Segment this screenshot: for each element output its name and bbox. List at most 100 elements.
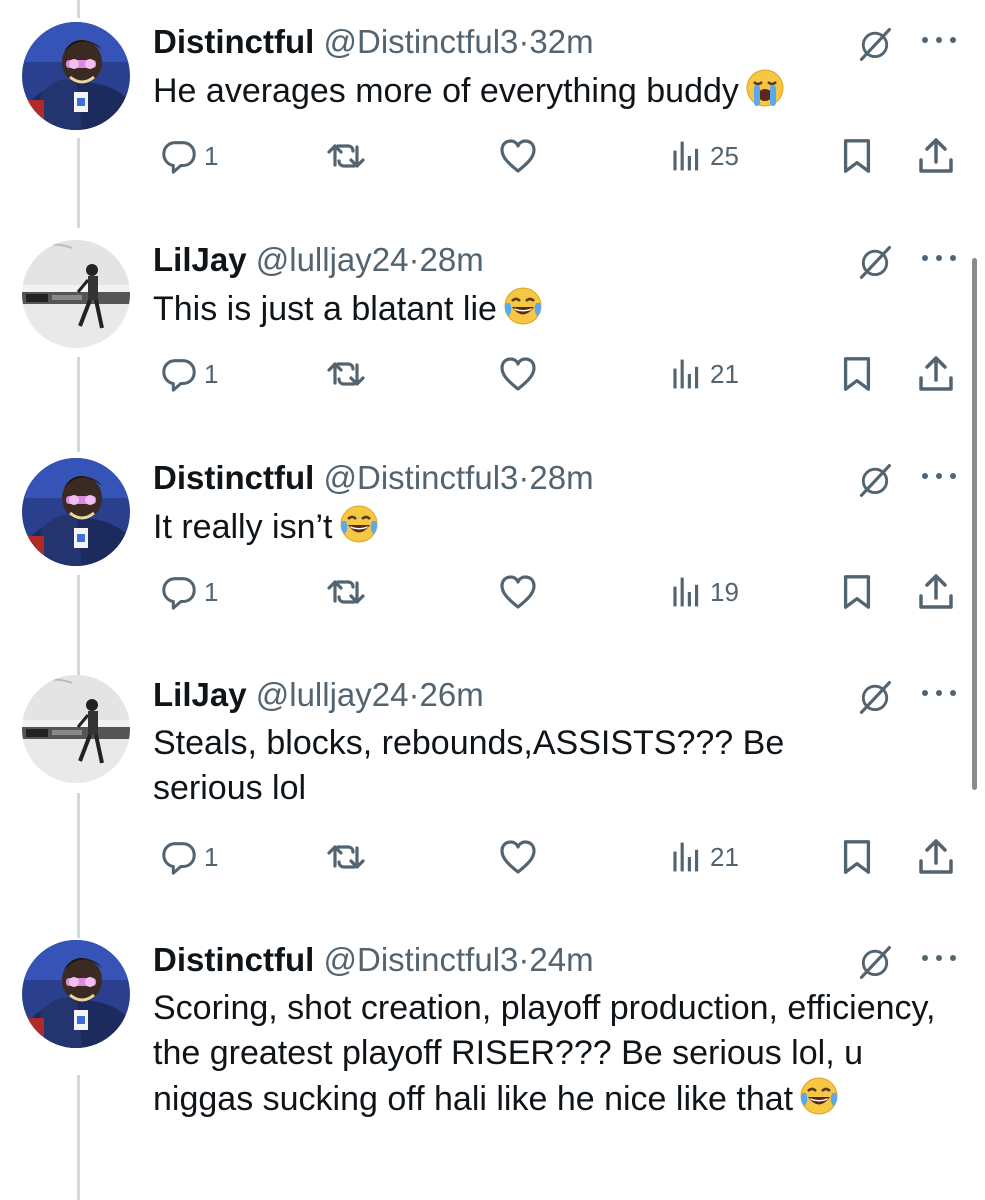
views-button[interactable]: 25 bbox=[668, 134, 739, 178]
thread-line bbox=[77, 0, 80, 18]
retweet-button[interactable] bbox=[326, 570, 366, 614]
action-bar: 1 21 bbox=[0, 835, 985, 879]
retweet-button[interactable] bbox=[326, 134, 366, 178]
tweet-header: Distinctful @Distinctful3·32m bbox=[153, 22, 594, 62]
bookmark-icon bbox=[838, 137, 876, 175]
grok-icon[interactable] bbox=[857, 462, 893, 498]
tweet-text: He averages more of everything buddy bbox=[153, 72, 739, 110]
more-options-icon[interactable] bbox=[920, 248, 958, 268]
more-options-icon[interactable] bbox=[920, 948, 958, 968]
heart-icon bbox=[498, 837, 538, 877]
tweet-text-container: Steals, blocks, rebounds,ASSISTS??? Be s… bbox=[153, 721, 853, 811]
user-handle[interactable]: @Distinctful3 bbox=[324, 459, 519, 496]
separator: · bbox=[518, 459, 530, 496]
share-button[interactable] bbox=[916, 352, 956, 396]
tweet-text-container: He averages more of everything buddy bbox=[153, 68, 913, 114]
retweet-icon bbox=[326, 354, 366, 394]
avatar[interactable] bbox=[22, 675, 130, 783]
heart-icon bbox=[498, 136, 538, 176]
loudly-crying-face-emoji bbox=[745, 68, 785, 108]
face-with-tears-of-joy-emoji bbox=[503, 286, 543, 326]
bookmark-button[interactable] bbox=[838, 835, 876, 879]
views-icon bbox=[668, 356, 704, 392]
tweet-text: This is just a blatant lie bbox=[153, 290, 497, 328]
share-icon bbox=[916, 572, 956, 612]
view-count: 21 bbox=[710, 841, 739, 872]
bookmark-button[interactable] bbox=[838, 134, 876, 178]
user-handle[interactable]: @Distinctful3 bbox=[324, 941, 519, 978]
reply-button[interactable]: 1 bbox=[160, 570, 218, 614]
more-options-icon[interactable] bbox=[920, 683, 958, 703]
display-name[interactable]: Distinctful bbox=[153, 459, 314, 496]
display-name[interactable]: Distinctful bbox=[153, 23, 314, 60]
separator: · bbox=[408, 676, 420, 713]
tweet-header: LilJay @lulljay24·28m bbox=[153, 240, 484, 280]
timestamp[interactable]: 32m bbox=[529, 23, 593, 60]
share-button[interactable] bbox=[916, 134, 956, 178]
share-button[interactable] bbox=[916, 835, 956, 879]
tweet-text: Steals, blocks, rebounds,ASSISTS??? Be s… bbox=[153, 724, 785, 807]
view-count: 21 bbox=[710, 358, 739, 389]
reply-count: 1 bbox=[204, 358, 219, 389]
face-with-tears-of-joy-emoji bbox=[799, 1076, 839, 1116]
views-icon bbox=[668, 138, 704, 174]
retweet-button[interactable] bbox=[326, 835, 366, 879]
display-name[interactable]: LilJay bbox=[153, 676, 247, 713]
timestamp[interactable]: 24m bbox=[529, 941, 593, 978]
view-count: 25 bbox=[710, 140, 739, 171]
reply-button[interactable]: 1 bbox=[160, 352, 218, 396]
user-handle[interactable]: @lulljay24 bbox=[256, 241, 409, 278]
reply-count: 1 bbox=[204, 140, 219, 171]
views-icon bbox=[668, 574, 704, 610]
user-handle[interactable]: @lulljay24 bbox=[256, 676, 409, 713]
avatar[interactable] bbox=[22, 240, 130, 348]
scrollbar[interactable] bbox=[972, 258, 977, 790]
tweet-header: Distinctful @Distinctful3·28m bbox=[153, 458, 594, 498]
views-button[interactable]: 21 bbox=[668, 352, 739, 396]
thread-line bbox=[77, 1075, 80, 1200]
grok-icon[interactable] bbox=[857, 944, 893, 980]
reply-count: 1 bbox=[204, 841, 219, 872]
views-button[interactable]: 19 bbox=[668, 570, 739, 614]
display-name[interactable]: Distinctful bbox=[153, 941, 314, 978]
more-options-icon[interactable] bbox=[920, 30, 958, 50]
retweet-icon bbox=[326, 136, 366, 176]
like-button[interactable] bbox=[498, 352, 538, 396]
reply-icon bbox=[160, 573, 198, 611]
grok-icon[interactable] bbox=[857, 679, 893, 715]
display-name[interactable]: LilJay bbox=[153, 241, 247, 278]
timestamp[interactable]: 28m bbox=[419, 241, 483, 278]
retweet-icon bbox=[326, 572, 366, 612]
share-icon bbox=[916, 136, 956, 176]
share-button[interactable] bbox=[916, 570, 956, 614]
share-icon bbox=[916, 354, 956, 394]
timestamp[interactable]: 28m bbox=[529, 459, 593, 496]
reply-button[interactable]: 1 bbox=[160, 134, 218, 178]
grok-icon[interactable] bbox=[857, 26, 893, 62]
like-button[interactable] bbox=[498, 134, 538, 178]
separator: · bbox=[408, 241, 420, 278]
like-button[interactable] bbox=[498, 835, 538, 879]
bookmark-icon bbox=[838, 355, 876, 393]
user-handle[interactable]: @Distinctful3 bbox=[324, 23, 519, 60]
avatar[interactable] bbox=[22, 458, 130, 566]
more-options-icon[interactable] bbox=[920, 466, 958, 486]
retweet-button[interactable] bbox=[326, 352, 366, 396]
bookmark-icon bbox=[838, 838, 876, 876]
heart-icon bbox=[498, 354, 538, 394]
like-button[interactable] bbox=[498, 570, 538, 614]
views-button[interactable]: 21 bbox=[668, 835, 739, 879]
reply-button[interactable]: 1 bbox=[160, 835, 218, 879]
separator: · bbox=[518, 23, 530, 60]
timestamp[interactable]: 26m bbox=[419, 676, 483, 713]
bookmark-button[interactable] bbox=[838, 352, 876, 396]
avatar[interactable] bbox=[22, 940, 130, 1048]
bookmark-button[interactable] bbox=[838, 570, 876, 614]
tweet-text-container: Scoring, shot creation, playoff producti… bbox=[153, 986, 943, 1122]
share-icon bbox=[916, 837, 956, 877]
avatar[interactable] bbox=[22, 22, 130, 130]
reply-icon bbox=[160, 838, 198, 876]
face-with-tears-of-joy-emoji bbox=[339, 504, 379, 544]
reply-icon bbox=[160, 355, 198, 393]
grok-icon[interactable] bbox=[857, 244, 893, 280]
